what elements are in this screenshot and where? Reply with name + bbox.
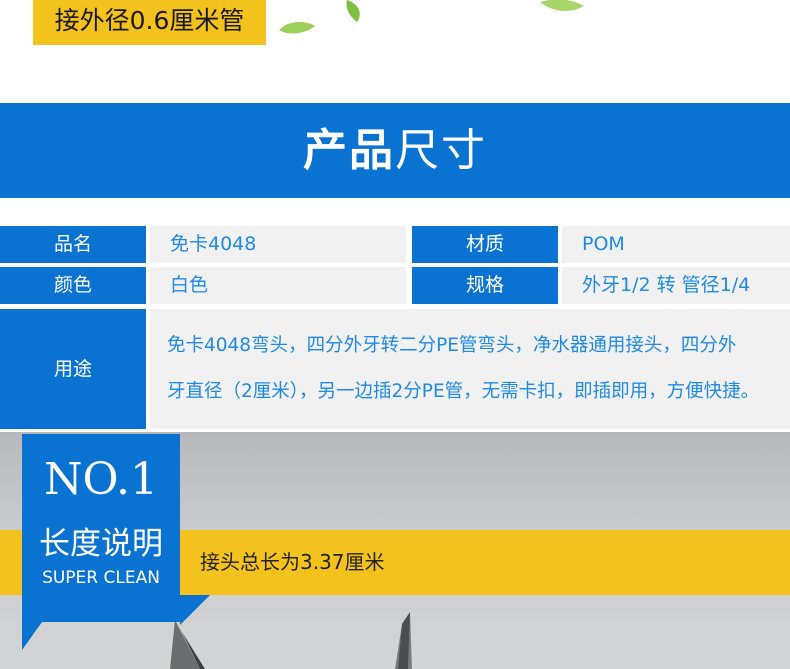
label-usage: 用途 <box>0 309 146 429</box>
leaf-icon <box>279 21 315 34</box>
top-area: 接外径0.6厘米管 <box>0 0 790 103</box>
usage-line-1: 免卡4048弯头，四分外牙转二分PE管弯头，净水器通用接头，四分外 <box>167 335 737 356</box>
value-name: 免卡4048 <box>150 226 406 263</box>
pipe-size-label: 接外径0.6厘米管 <box>33 0 266 45</box>
label-color: 颜色 <box>0 267 146 304</box>
section-subtitle: SUPER CLEAN <box>42 568 160 588</box>
section-title-light: 尺寸 <box>395 125 487 176</box>
usage-line-2: 牙直径（2厘米），另一边插2分PE管，无需卡扣，即插即用，方便快捷。 <box>167 381 760 402</box>
label-spec: 规格 <box>412 267 558 304</box>
value-color: 白色 <box>150 267 406 304</box>
value-usage: 免卡4048弯头，四分外牙转二分PE管弯头，净水器通用接头，四分外 牙直径（2厘… <box>150 309 790 429</box>
leaf-icon <box>346 0 360 22</box>
value-material: POM <box>562 226 790 263</box>
box-tail <box>22 622 42 650</box>
section-number-box: NO.1 长度说明 SUPER CLEAN <box>22 434 180 622</box>
label-name: 品名 <box>0 226 146 263</box>
section-number: NO.1 <box>44 454 158 505</box>
section-title-bold: 产品 <box>303 125 395 176</box>
box-fold <box>180 595 210 625</box>
length-description: 接头总长为3.37厘米 <box>200 550 385 574</box>
leaf-icon <box>540 0 584 11</box>
label-material: 材质 <box>412 226 558 263</box>
value-spec: 外牙1/2 转 管径1/4 <box>562 267 790 304</box>
section-title: 产品尺寸 <box>0 123 790 179</box>
section-heading: 长度说明 <box>39 526 163 562</box>
section-banner: 产品尺寸 <box>0 103 790 198</box>
length-section: 接头总长为3.37厘米 NO.1 长度说明 SUPER CLEAN <box>0 432 790 669</box>
